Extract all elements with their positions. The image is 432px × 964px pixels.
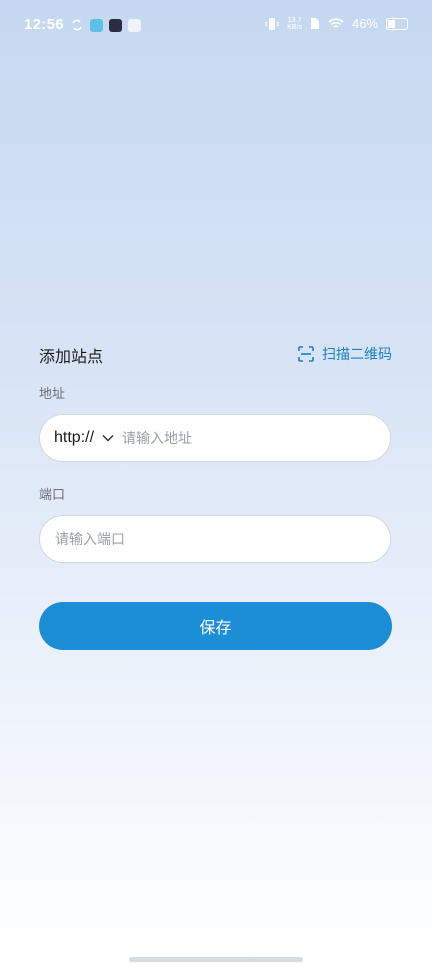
- address-input[interactable]: 请输入地址: [122, 428, 192, 448]
- port-label: 端口: [39, 488, 66, 503]
- home-indicator[interactable]: [129, 957, 303, 962]
- battery-icon: [386, 17, 408, 30]
- scan-qr-icon: [298, 346, 314, 362]
- port-input[interactable]: 请输入端口: [55, 529, 125, 549]
- sync-icon: [72, 19, 82, 31]
- protocol-select[interactable]: http://: [40, 429, 122, 447]
- speed-value: 13.7: [287, 16, 302, 24]
- status-right: 13.7 KB/s 46%: [265, 16, 408, 31]
- protocol-value: http://: [54, 429, 95, 446]
- save-button[interactable]: 保存: [39, 602, 392, 650]
- app-icon: [90, 18, 103, 32]
- port-field[interactable]: 请输入端口: [39, 515, 391, 563]
- status-left-icons: [70, 18, 141, 32]
- chevron-down-icon: [102, 434, 114, 442]
- play-icon: [109, 18, 122, 32]
- vibrate-icon: [265, 17, 279, 30]
- battery-percent: 46%: [351, 16, 378, 31]
- speed-unit: KB/s: [287, 23, 302, 31]
- address-field[interactable]: http:// 请输入地址: [39, 414, 391, 462]
- wifi-icon: [328, 17, 344, 28]
- mail-icon: [128, 18, 141, 32]
- status-bar: 12:56 13.7 KB/s 46%: [0, 0, 432, 52]
- address-label: 地址: [39, 387, 66, 402]
- battery-fill: [388, 19, 395, 28]
- page-title: 添加站点: [39, 347, 104, 366]
- network-speed: 13.7 KB/s: [287, 17, 302, 31]
- sim-icon: [310, 18, 319, 29]
- scan-qr-button[interactable]: 扫描二维码: [298, 344, 392, 364]
- status-time: 12:56: [24, 16, 64, 33]
- scan-qr-label: 扫描二维码: [322, 347, 392, 363]
